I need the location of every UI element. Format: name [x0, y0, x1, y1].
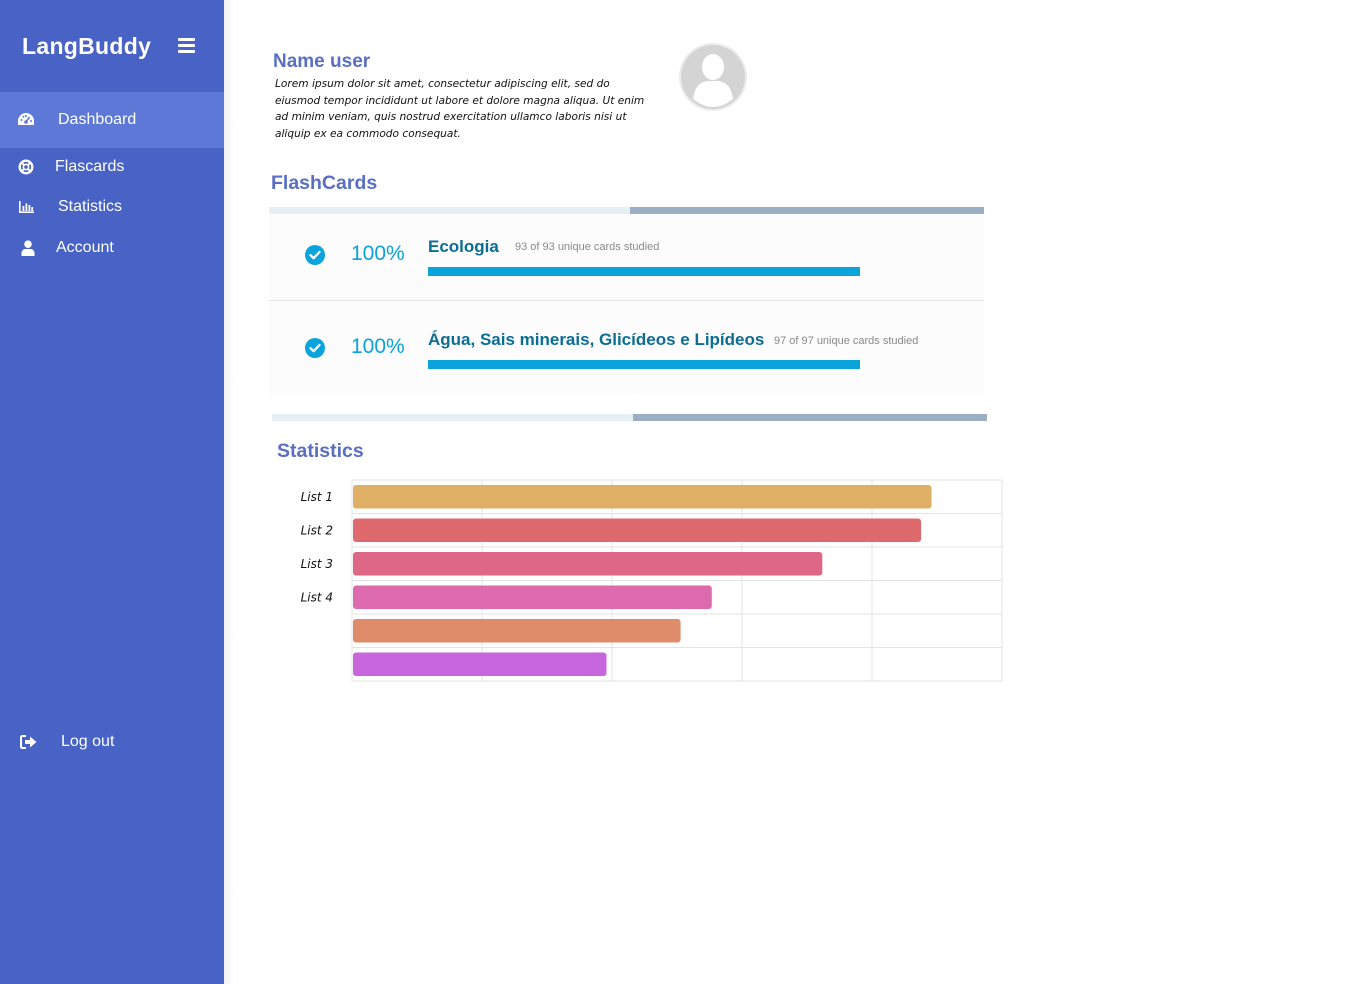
deck-title[interactable]: Ecologia: [428, 237, 499, 257]
chart-bar[interactable]: [353, 552, 823, 576]
deck-percent: 100%: [351, 242, 405, 265]
sidebar-item-label: Dashboard: [58, 111, 137, 128]
deck-meta: 97 of 97 unique cards studied: [774, 335, 919, 347]
sidebar-item-label: Account: [56, 239, 114, 256]
deck-title[interactable]: Água, Sais minerais, Glicídeos e Lipídeo…: [428, 330, 764, 350]
app-logo[interactable]: LangBuddy: [22, 33, 151, 60]
statistics-title: Statistics: [277, 440, 364, 462]
deck-progress-bar: [428, 267, 860, 276]
flashcards-title: FlashCards: [271, 172, 378, 194]
avatar-placeholder-icon: [679, 43, 747, 111]
chart-category-label: List 3: [301, 557, 333, 571]
sidebar-item-flascards[interactable]: Flascards: [0, 147, 224, 187]
chart-bar[interactable]: [353, 485, 932, 509]
check-circle-icon: [305, 245, 325, 265]
deck-row[interactable]: 100% Água, Sais minerais, Glicídeos e Li…: [269, 302, 984, 389]
flashcards-list: 100% Ecologia 93 of 93 unique cards stud…: [269, 214, 984, 394]
sidebar-item-account[interactable]: Account: [0, 228, 224, 268]
profile-bio: Lorem ipsum dolor sit amet, consectetur …: [275, 78, 645, 140]
sidebar-item-label: Statistics: [58, 198, 123, 215]
logout-button[interactable]: Log out: [0, 722, 224, 762]
chart-category-label: List 2: [301, 523, 333, 537]
chart-bar[interactable]: [353, 619, 681, 643]
statistics-bar-chart: List 1 List 2 List 3 List 4: [301, 479, 1003, 682]
sidebar-item-statistics[interactable]: Statistics: [0, 187, 224, 227]
sidebar-item-dashboard[interactable]: Dashboard: [0, 92, 224, 148]
check-circle-icon: [305, 338, 325, 358]
chart-bar[interactable]: [353, 652, 607, 677]
bar-chart-icon: [17, 198, 35, 216]
lifebuoy-icon: [17, 158, 35, 176]
flashcards-divider-bottom: [272, 414, 987, 421]
chart-category-label: List 4: [301, 590, 333, 604]
dashboard-icon: [17, 111, 35, 129]
deck-meta: 93 of 93 unique cards studied: [515, 241, 660, 253]
deck-progress-bar: [428, 360, 860, 369]
sidebar: LangBuddy Dashboard Flascards Statistics…: [0, 0, 224, 984]
menu-toggle-icon[interactable]: [178, 38, 195, 53]
logout-label: Log out: [61, 733, 115, 750]
sign-out-icon: [20, 733, 38, 751]
user-icon: [19, 239, 37, 257]
deck-percent: 100%: [351, 335, 405, 358]
chart-bar[interactable]: [353, 585, 712, 610]
chart-category-label: List 1: [301, 490, 333, 504]
profile-name: Name user: [273, 51, 371, 72]
deck-row[interactable]: 100% Ecologia 93 of 93 unique cards stud…: [269, 214, 984, 301]
sidebar-item-label: Flascards: [55, 158, 125, 175]
sidebar-shadow: [224, 0, 234, 984]
avatar[interactable]: [679, 43, 747, 111]
chart-bar[interactable]: [353, 518, 922, 543]
flashcards-divider: [269, 207, 984, 214]
